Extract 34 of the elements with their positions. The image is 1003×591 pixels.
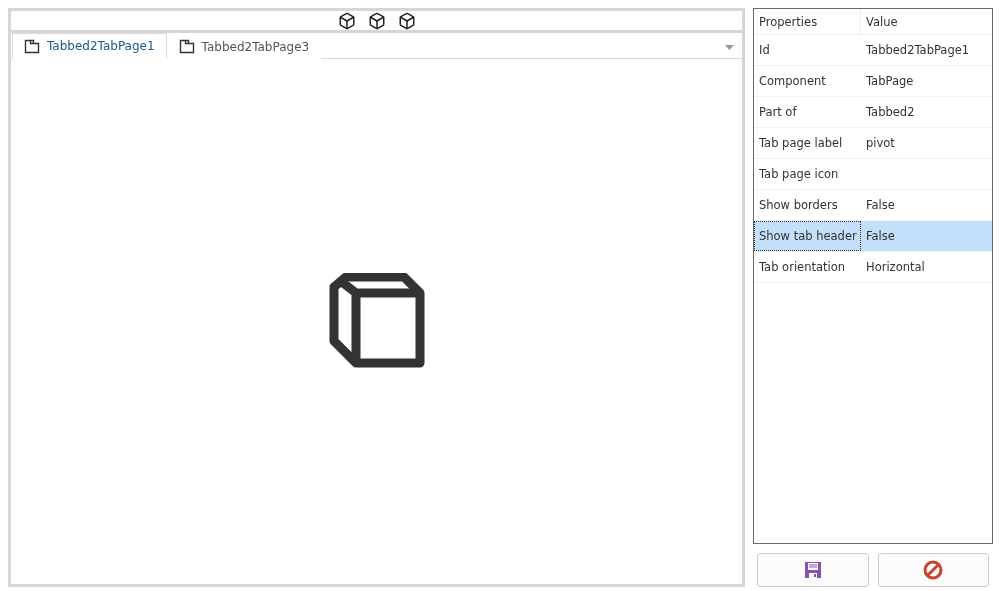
dropdown-caret-icon[interactable]: [725, 45, 734, 50]
property-value: pivot: [866, 136, 895, 150]
property-value: False: [866, 229, 895, 243]
tab[interactable]: Tabbed2TabPage1: [12, 33, 167, 59]
property-name: Tab page icon: [759, 167, 839, 181]
cube-icon[interactable]: [367, 11, 386, 30]
property-value: Horizontal: [866, 260, 925, 274]
property-name: Part of: [759, 105, 797, 119]
property-name: Tab orientation: [759, 260, 846, 274]
property-row[interactable]: Tab page label pivot: [754, 128, 992, 159]
page-icon: [178, 39, 195, 54]
cube-icon: [327, 272, 426, 371]
property-row[interactable]: Id Tabbed2TabPage1: [754, 35, 992, 66]
property-value: TabPage: [866, 74, 914, 88]
property-name: Show tab header: [759, 229, 857, 243]
property-row[interactable]: Component TabPage: [754, 66, 992, 97]
column-header[interactable]: Value: [866, 14, 898, 29]
property-row[interactable]: Tab page icon: [754, 159, 992, 190]
property-value: Tabbed2TabPage1: [866, 43, 970, 57]
cube-icon[interactable]: [337, 11, 356, 30]
property-name: Show borders: [759, 198, 838, 212]
prohibited-icon: [923, 560, 944, 580]
property-row[interactable]: Part of Tabbed2: [754, 97, 992, 128]
property-name: Id: [759, 43, 770, 57]
cancel-button[interactable]: [877, 553, 989, 587]
property-name: Tab page label: [759, 136, 843, 150]
property-value: Tabbed2: [866, 105, 915, 119]
column-header[interactable]: Properties: [759, 14, 818, 29]
cube-icon[interactable]: [397, 11, 416, 30]
property-value: False: [866, 198, 895, 212]
page-icon: [24, 38, 40, 54]
property-name: Component: [759, 74, 826, 88]
property-row[interactable]: Tab orientation Horizontal: [754, 252, 992, 283]
save-button[interactable]: [757, 553, 869, 587]
